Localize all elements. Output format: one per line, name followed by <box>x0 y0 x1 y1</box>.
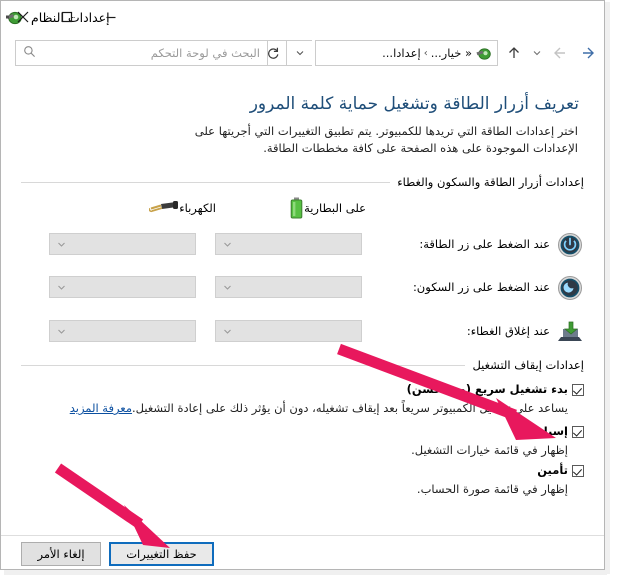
arrow-up-icon[interactable] <box>502 40 526 66</box>
chevron-down-icon <box>50 321 72 341</box>
minimize-icon[interactable] <box>89 1 133 33</box>
lid-close-battery-select[interactable] <box>215 320 362 342</box>
arrow-back-icon[interactable] <box>548 40 572 66</box>
window-shadow-right <box>605 2 610 574</box>
sleep-button-label: عند الضغط على زر السكون: <box>412 280 550 294</box>
chevron-down-icon <box>216 234 238 254</box>
power-button-row: عند الضغط على زر الطاقة: <box>419 231 584 257</box>
column-header-battery: على البطارية <box>289 197 372 219</box>
navigation-bar: « خيار... › إعدادا... البحث في لوحة التح… <box>1 33 604 75</box>
sleep-button-icon <box>556 274 584 300</box>
group-divider <box>21 181 391 183</box>
chevron-down-icon <box>216 321 238 341</box>
fast-startup-checkbox[interactable] <box>572 384 584 396</box>
title-bar: إعدادات النظام <box>1 1 604 33</box>
address-bar[interactable]: « خيار... › إعدادا... <box>315 40 498 66</box>
power-button-plugged-select[interactable] <box>49 233 196 255</box>
sleep-button-row: عند الضغط على زر السكون: <box>413 274 584 300</box>
lock-checkbox-row[interactable]: تأمين <box>537 463 584 477</box>
sleep-button-battery-select[interactable] <box>215 276 362 298</box>
save-button[interactable]: حفظ التغييرات <box>109 542 214 566</box>
fast-startup-label: بدء تشغيل سريع (مستحسن) <box>406 382 568 396</box>
laptop-lid-icon <box>556 318 584 344</box>
power-settings-group-title: إعدادات أزرار الطاقة والسكون والغطاء <box>397 175 584 189</box>
hibernate-checkbox-row[interactable]: إسبات <box>532 424 584 438</box>
search-placeholder: البحث في لوحة التحكم <box>150 46 260 60</box>
power-options-icon <box>475 45 492 62</box>
fast-startup-checkbox-row[interactable]: بدء تشغيل سريع (مستحسن) <box>407 382 584 396</box>
group-divider <box>21 364 466 366</box>
lid-close-label: عند إغلاق الغطاء: <box>466 324 550 338</box>
column-header-plugged-label: الكهرباء <box>179 201 216 215</box>
power-plug-icon <box>148 200 179 216</box>
lock-description: إظهار في قائمة صورة الحساب. <box>416 482 568 496</box>
lock-checkbox[interactable] <box>572 465 584 477</box>
sleep-button-plugged-select[interactable] <box>49 276 196 298</box>
close-icon[interactable] <box>1 1 45 33</box>
page-description: اختر إعدادات الطاقة التي تريدها للكمبيوت… <box>194 124 578 155</box>
page-title: تعريف أزرار الطاقة وتشغيل حماية كلمة الم… <box>249 94 579 114</box>
fast-startup-description-text: يساعد على تشغيل الكمبيوتر سريعاً بعد إيق… <box>132 401 568 415</box>
power-button-icon <box>556 231 584 257</box>
window-caption-buttons <box>1 1 133 33</box>
column-header-plugged: الكهرباء <box>148 200 222 216</box>
shutdown-settings-group-title: إعدادات إيقاف التشغيل <box>472 358 584 372</box>
power-button-label: عند الضغط على زر الطاقة: <box>419 237 550 251</box>
breadcrumb-separator: › <box>423 47 428 59</box>
lid-close-row: عند إغلاق الغطاء: <box>467 318 584 344</box>
column-header-battery-label: على البطارية <box>304 201 366 215</box>
shutdown-settings-group-header: إعدادات إيقاف التشغيل <box>21 358 584 372</box>
address-dropdown-button[interactable] <box>286 40 312 66</box>
control-panel-window: إعدادات النظام « خيار... › إعدادا... الب… <box>0 0 605 570</box>
chevron-down-icon <box>50 277 72 297</box>
chevron-down-icon[interactable] <box>528 40 546 66</box>
learn-more-link[interactable]: معرفة المزيد <box>70 401 132 415</box>
maximize-icon[interactable] <box>45 1 89 33</box>
lock-label: تأمين <box>537 463 568 477</box>
breadcrumb-item-1[interactable]: إعدادا... <box>382 46 421 60</box>
lid-close-plugged-select[interactable] <box>49 320 196 342</box>
hibernate-label: إسبات <box>532 424 568 438</box>
hibernate-checkbox[interactable] <box>572 426 584 438</box>
battery-icon <box>289 197 304 219</box>
breadcrumb-item-0[interactable]: « خيار... <box>431 46 472 60</box>
page-content: تعريف أزرار الطاقة وتشغيل حماية كلمة الم… <box>1 75 604 535</box>
chevron-down-icon <box>50 234 72 254</box>
search-input[interactable]: البحث في لوحة التحكم <box>15 40 268 66</box>
dialog-footer: حفظ التغييرات إلغاء الأمر <box>1 535 604 569</box>
power-settings-group-header: إعدادات أزرار الطاقة والسكون والغطاء <box>21 175 584 189</box>
chevron-down-icon <box>216 277 238 297</box>
hibernate-description: إظهار في قائمة خيارات التشغيل. <box>411 443 568 457</box>
cancel-button[interactable]: إلغاء الأمر <box>21 542 101 566</box>
arrow-forward-icon[interactable] <box>576 40 600 66</box>
window-shadow-bottom <box>4 570 607 575</box>
search-icon <box>23 45 36 61</box>
fast-startup-description: يساعد على تشغيل الكمبيوتر سريعاً بعد إيق… <box>40 400 568 416</box>
power-button-battery-select[interactable] <box>215 233 362 255</box>
